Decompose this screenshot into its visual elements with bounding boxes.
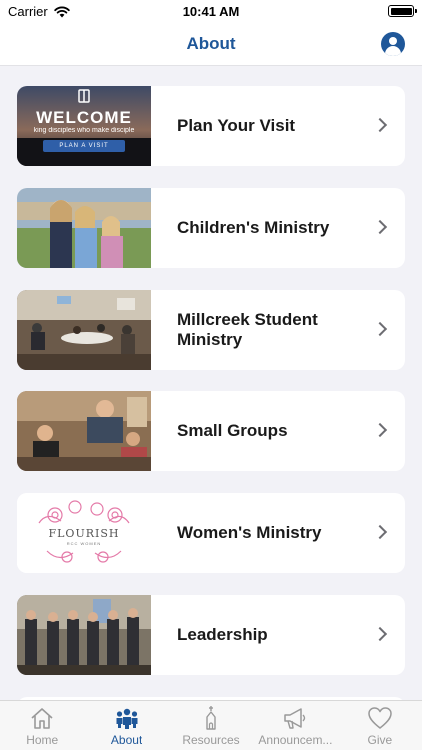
leadership-thumbnail	[17, 595, 151, 675]
church-icon	[206, 706, 216, 730]
megaphone-icon	[284, 708, 306, 729]
tab-resources[interactable]: Resources	[169, 701, 253, 750]
list-item-label: Children's Ministry	[177, 218, 330, 237]
list-item-womens-ministry[interactable]: FLOURISH RCC WOMEN Women's Ministry	[17, 493, 405, 573]
tab-bar: Home About Resources Announcem... Give	[0, 700, 422, 750]
list-item-label: Leadership	[177, 625, 268, 644]
chevron-right-icon	[372, 117, 388, 133]
profile-icon	[389, 37, 397, 45]
flourish-wordmark: FLOURISH	[48, 527, 120, 540]
navigation-bar: About	[0, 22, 422, 66]
tab-label: Resources	[182, 733, 240, 747]
chevron-right-icon	[372, 219, 388, 235]
flourish-subtitle: RCC WOMEN	[66, 541, 102, 546]
house-icon	[31, 708, 53, 729]
plan-visit-thumbnail: WELCOME king disciples who make disciple…	[17, 86, 151, 166]
small-groups-thumbnail	[17, 391, 151, 471]
welcome-heading: WELCOME	[36, 108, 132, 127]
heart-icon	[368, 707, 392, 729]
list-item-student-ministry[interactable]: Millcreek Student Ministry	[17, 290, 405, 370]
tab-about[interactable]: About	[84, 701, 168, 750]
people-icon	[116, 708, 138, 729]
status-bar: Carrier 10:41 AM	[0, 0, 422, 22]
about-list[interactable]: WELCOME king disciples who make disciple…	[0, 66, 422, 700]
welcome-tagline: king disciples who make disciple	[33, 127, 135, 134]
list-item-small-groups[interactable]: Small Groups	[17, 391, 405, 471]
chevron-right-icon	[372, 524, 388, 540]
tab-label: Announcem...	[258, 733, 333, 747]
tab-give[interactable]: Give	[338, 701, 422, 750]
list-item-label: Millcreek Student Ministry	[177, 310, 318, 349]
clock: 10:41 AM	[182, 4, 240, 19]
tab-home[interactable]: Home	[0, 701, 84, 750]
list-item-childrens-ministry[interactable]: Children's Ministry	[17, 188, 405, 268]
chevron-right-icon	[372, 422, 388, 438]
list-item-label: Small Groups	[177, 421, 288, 440]
student-ministry-thumbnail	[17, 290, 151, 370]
chevron-right-icon	[372, 321, 388, 337]
list-item-leadership[interactable]: Leadership	[17, 595, 405, 675]
list-item-plan-your-visit[interactable]: WELCOME king disciples who make disciple…	[17, 86, 405, 166]
tab-label: Give	[367, 733, 393, 747]
tab-label: Home	[26, 733, 59, 747]
list-item-label: Women's Ministry	[177, 523, 322, 542]
tab-label: About	[110, 733, 143, 747]
profile-button[interactable]	[381, 32, 405, 56]
battery-icon	[388, 5, 417, 17]
womens-ministry-thumbnail: FLOURISH RCC WOMEN	[17, 493, 151, 573]
chevron-right-icon	[372, 626, 388, 642]
plan-a-visit-badge: PLAN A VISIT	[43, 140, 125, 152]
list-item-label: Plan Your Visit	[177, 116, 296, 135]
tab-announcements[interactable]: Announcem...	[253, 701, 337, 750]
page-title: About	[186, 34, 236, 53]
childrens-ministry-thumbnail	[17, 188, 151, 268]
